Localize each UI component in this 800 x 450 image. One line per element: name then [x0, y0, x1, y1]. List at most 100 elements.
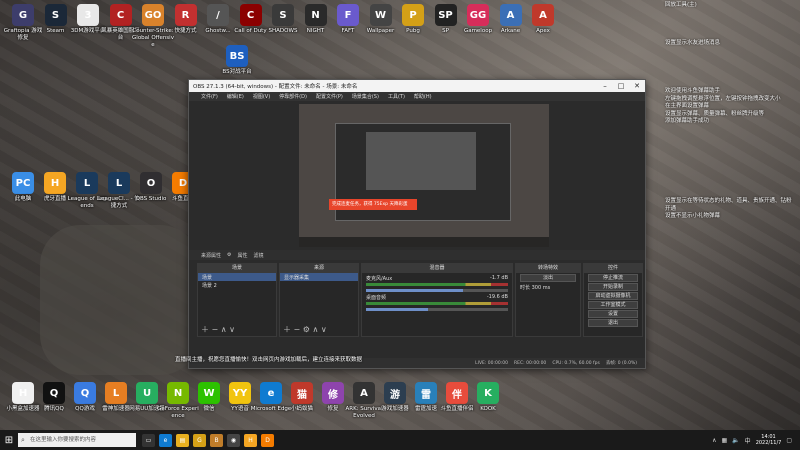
huya-icon[interactable]: H	[244, 433, 257, 447]
desktop-shortcut-label: BS对战平台	[222, 69, 252, 75]
filter-button[interactable]: 滤镜	[254, 252, 264, 259]
game-icon[interactable]: G	[193, 433, 206, 447]
scene-controls[interactable]: ＋ − ∧ ∨	[201, 324, 235, 335]
taskbar: ⊞ ⌕ 在这里输入你要搜索的内容 ▭ e ▤ G B ◉ H D ∧ ▦ 🔈 中 14:01 …	[0, 430, 800, 450]
obs-preview[interactable]: 完成连麦任务，获得 75Exp 天降彩蛋	[299, 104, 549, 247]
reward-toast: 完成连麦任务，获得 75Exp 天降彩蛋	[329, 199, 417, 210]
volume-icon[interactable]: 🔈	[732, 437, 739, 444]
channel-db: -19.6 dB	[486, 294, 508, 300]
transition-select[interactable]: 淡出	[520, 274, 576, 282]
cod-icon: C	[239, 4, 262, 26]
menu-item[interactable]: 帮助(H)	[414, 93, 432, 100]
lol-icon: L	[108, 172, 130, 194]
obs-icon: O	[140, 172, 162, 194]
desktop-shortcut-bs[interactable]: BS BS对战平台	[216, 45, 258, 76]
obs-window[interactable]: OBS 27.1.3 (64-bit, windows) - 配置文件: 未命名…	[188, 79, 646, 369]
volume-meter	[366, 302, 508, 305]
channel-name: 麦克风/Aux	[366, 276, 393, 282]
menu-item[interactable]: 文件(F)	[201, 93, 218, 100]
help-line: 添加弹幕助手成功	[665, 118, 710, 124]
taskbar-search[interactable]: ⌕ 在这里输入你要搜索的内容	[18, 433, 136, 447]
ime-icon[interactable]: 中	[745, 436, 751, 445]
duration-label: 时长	[520, 285, 531, 291]
ark-icon: A	[353, 382, 375, 404]
channel-db: -1.7 dB	[490, 275, 508, 281]
faft-icon: F	[337, 4, 359, 26]
transitions-dock: 转场特效 淡出 时长 300 ms	[515, 263, 581, 337]
menu-item[interactable]: 配置文件(P)	[316, 93, 343, 100]
mixer-channel: 麦克风/Aux -1.7 dB	[366, 275, 508, 292]
3dm-icon: 3	[77, 4, 99, 26]
obs-title-text: OBS 27.1.3 (64-bit, windows) - 配置文件: 未命名…	[193, 84, 358, 90]
graftopia-icon: G	[12, 4, 34, 26]
fix-icon: 修	[322, 382, 344, 404]
menu-item[interactable]: 场景集合(S)	[352, 93, 379, 100]
control-button[interactable]: 开始录制	[588, 283, 638, 291]
obs-titlebar[interactable]: OBS 27.1.3 (64-bit, windows) - 配置文件: 未命名…	[189, 80, 645, 92]
pen-icon: /	[207, 4, 229, 26]
obs-icon[interactable]: ◉	[227, 433, 240, 447]
gg-icon: GG	[467, 4, 489, 26]
menu-item[interactable]: 停靠部件(D)	[279, 93, 307, 100]
wallpaper-pillow	[40, 225, 200, 375]
notification-icon[interactable]: ▢	[786, 437, 792, 444]
windows-start-icon[interactable]: ⊞	[0, 435, 18, 446]
edge-icon[interactable]: e	[159, 433, 172, 447]
side-note-line: 设置显示水友进场消息	[665, 40, 721, 46]
game-icon: S	[272, 4, 294, 26]
menu-item[interactable]: 工具(T)	[388, 93, 405, 100]
volume-slider[interactable]	[366, 308, 508, 311]
control-button[interactable]: 停止推流	[588, 274, 638, 282]
night-icon: N	[304, 4, 327, 26]
nvidia-icon: N	[167, 382, 189, 404]
control-button[interactable]: 启动虚拟摄像机	[588, 292, 638, 300]
menu-item[interactable]: 视图(V)	[253, 93, 270, 100]
app-icon[interactable]: B	[210, 433, 223, 447]
close-icon[interactable]: ✕	[629, 82, 645, 90]
source-item[interactable]: 显示器采集	[280, 273, 358, 281]
wallpaper-icon: W	[369, 4, 392, 26]
volume-slider[interactable]	[366, 289, 508, 292]
obs-menubar: 文件(F) 编辑(E) 视图(V) 停靠部件(D) 配置文件(P) 场景集合(S) 工具(T…	[189, 92, 645, 101]
desktop-shortcut-16[interactable]: A Apex	[522, 4, 564, 35]
desktop-shortcut-bottom-15[interactable]: K KOOK	[467, 382, 509, 413]
props-button[interactable]: 属性	[238, 252, 248, 259]
network-icon[interactable]: ▦	[722, 437, 728, 444]
yy-icon: YY	[229, 382, 251, 404]
search-icon: ⌕	[21, 436, 25, 444]
gear-icon[interactable]: ⚙	[227, 252, 231, 258]
scenes-dock: 场景 场景 场景 2 ＋ − ∧ ∨	[197, 263, 277, 337]
controls-dock: 控件 停止推流 开始录制 启动虚拟摄像机 工作室模式 设置 退出	[583, 263, 643, 337]
kook-icon: K	[477, 382, 499, 404]
douyu-icon[interactable]: D	[261, 433, 274, 447]
taskbar-clock[interactable]: 14:01 2022/11/7	[756, 434, 782, 447]
transitions-header: 转场特效	[516, 264, 580, 273]
menu-item[interactable]: 编辑(E)	[227, 93, 244, 100]
preview-taskbar	[299, 237, 549, 247]
file-explorer-icon[interactable]: ▤	[176, 433, 189, 447]
settings-line: 设置不显示小礼物弹幕	[665, 213, 721, 219]
task-view-icon[interactable]: ▭	[142, 433, 155, 447]
mixer-channel: 桌面音频 -19.6 dB	[366, 294, 508, 311]
huya-icon: H	[44, 172, 66, 194]
minimize-icon[interactable]: –	[597, 82, 613, 90]
computer-icon: PC	[12, 172, 34, 194]
danmaku-help-text: 欢迎使用斗鱼弹幕助手 左键拖拽调整悬浮位置，左键按钟拖拽改变大小 在主界面设置弹幕设…	[665, 88, 795, 126]
edge-icon: e	[260, 382, 282, 404]
control-button[interactable]: 设置	[588, 310, 638, 318]
douyu-icon: 伴	[446, 382, 468, 404]
storm-icon: C	[109, 4, 132, 26]
duration-value[interactable]: 300 ms	[532, 285, 551, 291]
qqgame-icon: Q	[74, 382, 96, 404]
control-button[interactable]: 退出	[588, 319, 638, 327]
scene-item[interactable]: 场景 2	[198, 281, 276, 289]
source-controls[interactable]: ＋ − ⚙ ∧ ∨	[283, 324, 327, 335]
maximize-icon[interactable]: □	[613, 82, 629, 90]
scene-item[interactable]: 场景	[198, 273, 276, 281]
chevron-up-icon[interactable]: ∧	[712, 437, 716, 444]
control-button[interactable]: 工作室模式	[588, 301, 638, 309]
wechat-icon: W	[198, 382, 220, 404]
sources-dock: 来源 显示器采集 ＋ − ⚙ ∧ ∨	[279, 263, 359, 337]
thunder-icon: 雷	[415, 382, 437, 404]
lol-icon: L	[76, 172, 98, 194]
